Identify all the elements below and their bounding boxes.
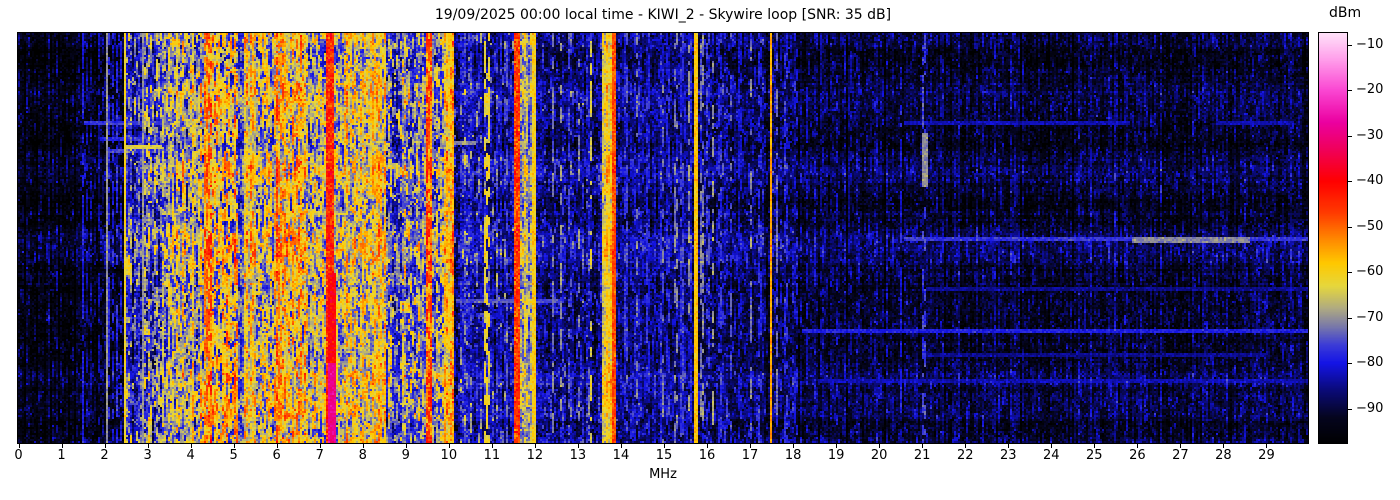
colorbar-canvas bbox=[1319, 33, 1347, 443]
x-tick-label: 18 bbox=[785, 449, 802, 463]
x-tick-label: 12 bbox=[527, 449, 544, 463]
x-tick-label: 19 bbox=[828, 449, 845, 463]
x-tick-label: 21 bbox=[914, 449, 931, 463]
colorbar-tick bbox=[1348, 90, 1352, 91]
x-tick-label: 1 bbox=[57, 449, 65, 463]
x-tick-label: 2 bbox=[100, 449, 108, 463]
x-tick-label: 6 bbox=[273, 449, 281, 463]
colorbar-tick-label: −80 bbox=[1356, 356, 1383, 370]
colorbar-tick-label: −10 bbox=[1356, 38, 1383, 52]
x-tick-label: 29 bbox=[1258, 449, 1275, 463]
x-tick-label: 3 bbox=[143, 449, 151, 463]
colorbar-tick-label: −60 bbox=[1356, 265, 1383, 279]
x-tick-label: 5 bbox=[230, 449, 238, 463]
x-tick-label: 8 bbox=[359, 449, 367, 463]
x-tick-label: 14 bbox=[613, 449, 630, 463]
colorbar-tick-label: −40 bbox=[1356, 174, 1383, 188]
x-tick-label: 16 bbox=[699, 449, 716, 463]
colorbar-tick bbox=[1348, 363, 1352, 364]
colorbar-tick bbox=[1348, 227, 1352, 228]
spectrogram-canvas bbox=[18, 33, 1308, 443]
x-tick-label: 27 bbox=[1172, 449, 1189, 463]
colorbar-tick-label: −50 bbox=[1356, 220, 1383, 234]
colorbar-tick bbox=[1348, 181, 1352, 182]
x-tick-label: 11 bbox=[484, 449, 501, 463]
colorbar-unit-label: dBm bbox=[1329, 5, 1361, 21]
chart-title: 19/09/2025 00:00 local time - KIWI_2 - S… bbox=[435, 7, 891, 23]
x-tick-label: 22 bbox=[957, 449, 974, 463]
colorbar-tick-label: −70 bbox=[1356, 311, 1383, 325]
colorbar-tick bbox=[1348, 409, 1352, 410]
colorbar-tick bbox=[1348, 272, 1352, 273]
colorbar-tick bbox=[1348, 318, 1352, 319]
colorbar-tick-label: −20 bbox=[1356, 83, 1383, 97]
plot-area bbox=[18, 33, 1308, 443]
x-axis-label: MHz bbox=[649, 467, 677, 482]
colorbar-tick bbox=[1348, 136, 1352, 137]
colorbar-tick-label: −90 bbox=[1356, 402, 1383, 416]
colorbar bbox=[1319, 33, 1347, 443]
x-tick-label: 9 bbox=[402, 449, 410, 463]
x-tick-label: 10 bbox=[441, 449, 458, 463]
x-tick-label: 15 bbox=[656, 449, 673, 463]
x-tick-label: 4 bbox=[186, 449, 194, 463]
colorbar-tick bbox=[1348, 45, 1352, 46]
x-tick-label: 20 bbox=[871, 449, 888, 463]
x-tick-label: 26 bbox=[1129, 449, 1146, 463]
x-tick-label: 25 bbox=[1086, 449, 1103, 463]
x-tick-label: 0 bbox=[14, 449, 22, 463]
colorbar-tick-label: −30 bbox=[1356, 129, 1383, 143]
spectrogram-figure: 19/09/2025 00:00 local time - KIWI_2 - S… bbox=[0, 0, 1400, 500]
x-tick-label: 17 bbox=[742, 449, 759, 463]
x-tick-label: 28 bbox=[1215, 449, 1232, 463]
x-tick-label: 24 bbox=[1043, 449, 1060, 463]
x-tick-label: 23 bbox=[1000, 449, 1017, 463]
x-tick-label: 7 bbox=[316, 449, 324, 463]
x-tick-label: 13 bbox=[570, 449, 587, 463]
